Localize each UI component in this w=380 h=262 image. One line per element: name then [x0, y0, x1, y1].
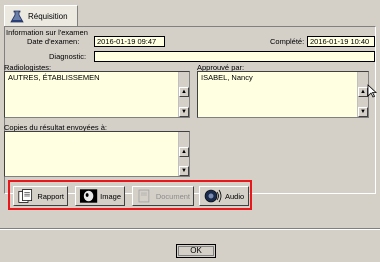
diagnostic-field[interactable]: [94, 51, 375, 62]
radiologists-value: AUTRES, ÉTABLISSEMEN: [8, 73, 100, 82]
scroll-down-icon[interactable]: ▼: [179, 166, 189, 176]
copies-scrollbar[interactable]: ▲ ▼: [178, 132, 189, 176]
flask-icon: [10, 10, 24, 22]
cursor-icon: [367, 84, 377, 98]
exam-date-field[interactable]: 2016-01-19 09:47: [94, 36, 165, 47]
copies-list[interactable]: ▲ ▼: [4, 131, 190, 177]
approved-value: ISABEL, Nancy: [201, 73, 253, 82]
tab-label: Réquisition: [28, 12, 68, 21]
radiologists-scrollbar[interactable]: ▲ ▼: [178, 72, 189, 117]
scroll-up-icon[interactable]: ▲: [179, 147, 189, 157]
highlight-box: [8, 180, 252, 210]
scroll-down-icon[interactable]: ▼: [179, 107, 189, 117]
scroll-up-icon[interactable]: ▲: [179, 87, 189, 97]
ok-button[interactable]: OK: [176, 244, 216, 258]
tab-requisition[interactable]: Réquisition: [4, 5, 78, 27]
completed-field[interactable]: 2016-01-19 10:40: [307, 36, 375, 47]
diagnostic-label: Diagnostic:: [49, 52, 87, 61]
exam-date-label: Date d'examen:: [27, 37, 80, 46]
approved-list[interactable]: ISABEL, Nancy ▲ ▼: [197, 71, 369, 118]
exam-section-label: Information sur l'examen: [6, 28, 88, 37]
scroll-down-icon[interactable]: ▼: [358, 107, 368, 117]
radiologists-list[interactable]: AUTRES, ÉTABLISSEMEN ▲ ▼: [4, 71, 190, 118]
divider: [0, 228, 380, 230]
completed-label: Complété:: [270, 37, 305, 46]
